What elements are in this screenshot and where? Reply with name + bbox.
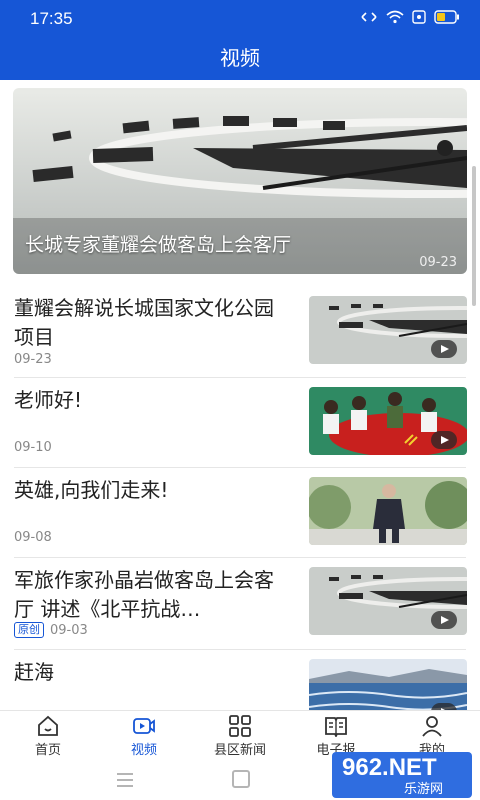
tab-video[interactable]: 视频 — [96, 711, 192, 761]
video-icon — [133, 718, 155, 734]
list-item-thumbnail[interactable] — [309, 659, 467, 710]
list-item-thumbnail[interactable] — [309, 296, 467, 364]
video-feed[interactable]: 长城专家董耀会做客岛上会客厅 09-23 董耀会解说长城国家文化公园项目 09-… — [0, 80, 480, 710]
tab-label: 首页 — [34, 743, 61, 758]
list-item[interactable]: 军旅作家孙晶岩做客岛上会客厅 讲述《北平抗战… 原创 09-03 — [0, 558, 480, 650]
original-badge: 原创 — [14, 622, 44, 638]
home-icon — [38, 715, 58, 736]
list-item-thumbnail[interactable] — [309, 477, 467, 545]
grid-icon — [229, 715, 251, 737]
sim-icon — [412, 10, 426, 24]
user-icon — [422, 716, 442, 737]
page-title: 视频 — [220, 46, 260, 70]
list-item[interactable]: 老师好! 09-10 — [0, 378, 480, 468]
scrollbar[interactable] — [472, 166, 476, 306]
list-item-date: 09-23 — [14, 352, 52, 367]
battery-icon — [434, 10, 459, 24]
list-item-date: 09-03 — [50, 622, 88, 638]
list-item-title[interactable]: 赶海 — [14, 658, 289, 687]
nfc-icon — [361, 12, 377, 22]
tab-home[interactable]: 首页 — [0, 711, 96, 761]
list-item-meta: 09-10 — [14, 440, 52, 455]
list-item-date: 09-10 — [14, 440, 52, 455]
menu-icon[interactable] — [117, 773, 133, 791]
list-item-meta: 09-08 — [14, 530, 52, 545]
featured-video[interactable]: 长城专家董耀会做客岛上会客厅 09-23 — [13, 88, 467, 274]
tab-county-news[interactable]: 县区新闻 — [192, 711, 288, 761]
home-button[interactable] — [232, 770, 250, 788]
list-item[interactable]: 董耀会解说长城国家文化公园项目 09-23 — [0, 286, 480, 378]
watermark-site: 乐游网 — [404, 782, 444, 797]
book-icon — [325, 717, 347, 737]
status-icons — [360, 10, 460, 24]
thumbnail-image — [309, 477, 467, 545]
play-icon — [431, 340, 457, 358]
list-item-title[interactable]: 军旅作家孙晶岩做客岛上会客厅 讲述《北平抗战… — [14, 566, 289, 624]
tab-label: 视频 — [130, 743, 157, 758]
status-bar: 17:35 — [0, 0, 480, 40]
play-icon — [431, 431, 457, 449]
list-item-thumbnail[interactable] — [309, 567, 467, 635]
list-item-date: 09-08 — [14, 530, 52, 545]
list-item[interactable]: 英雄,向我们走来! 09-08 — [0, 468, 480, 558]
list-item-meta: 原创 09-03 — [14, 622, 88, 638]
page-header: 视频 — [0, 40, 480, 80]
featured-video-title[interactable]: 长城专家董耀会做客岛上会客厅 — [25, 230, 291, 257]
list-item-title[interactable]: 老师好! — [14, 386, 289, 415]
play-icon — [431, 611, 457, 629]
list-item[interactable]: 赶海 — [0, 650, 480, 710]
list-item-meta: 09-23 — [14, 352, 52, 367]
play-icon — [431, 703, 457, 710]
list-item-thumbnail[interactable] — [309, 387, 467, 455]
featured-video-date: 09-23 — [419, 255, 457, 270]
watermark-logo: 962.NET 乐游网 — [332, 752, 472, 798]
list-item-title[interactable]: 董耀会解说长城国家文化公园项目 — [14, 294, 289, 352]
list-item-title[interactable]: 英雄,向我们走来! — [14, 476, 289, 505]
wifi-icon — [386, 10, 404, 24]
tab-label: 县区新闻 — [213, 743, 266, 758]
status-time: 17:35 — [30, 9, 73, 28]
